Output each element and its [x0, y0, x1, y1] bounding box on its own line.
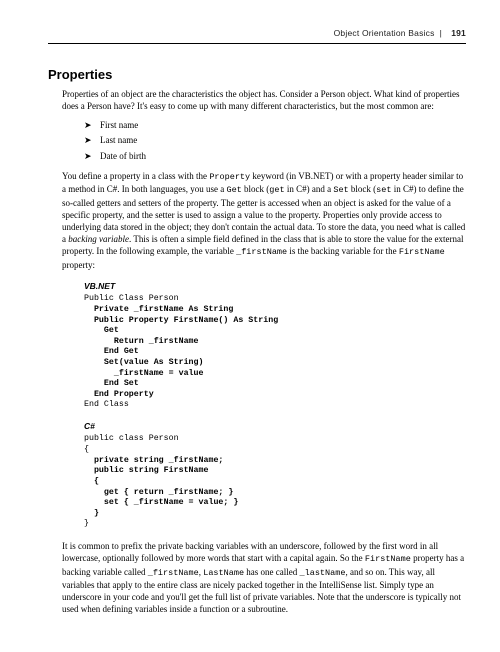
bullet-list: ➤First name ➤Last name ➤Date of birth: [84, 119, 466, 161]
code-block-csharp: public class Person { private string _fi…: [84, 434, 466, 529]
running-header: Object Orientation Basics | 191: [48, 28, 466, 39]
code-inline: get: [269, 185, 284, 195]
code-inline: LastName: [203, 568, 244, 578]
page-number: 191: [451, 28, 466, 38]
code-inline: FirstName: [399, 247, 445, 257]
code-inline: FirstName: [365, 554, 411, 564]
list-item: ➤Last name: [84, 134, 466, 146]
code-label-csharp: C#: [84, 421, 466, 432]
arrow-icon: ➤: [84, 119, 100, 131]
closing-paragraph: It is common to prefix the private backi…: [62, 540, 466, 616]
body: Properties of an object are the characte…: [62, 88, 466, 615]
code-inline: Property: [209, 172, 250, 182]
code-inline: _lastName: [300, 568, 346, 578]
arrow-icon: ➤: [84, 150, 100, 162]
header-rule: [48, 43, 466, 44]
code-inline: _firstName: [148, 568, 199, 578]
list-item: ➤First name: [84, 119, 466, 131]
bullet-text: Date of birth: [100, 151, 146, 161]
arrow-icon: ➤: [84, 134, 100, 146]
code-inline: Get: [226, 185, 241, 195]
separator: |: [440, 28, 442, 38]
term-backing-variable: backing variable: [68, 234, 129, 244]
section-title: Object Orientation Basics: [334, 28, 435, 38]
code-inline: set: [376, 185, 391, 195]
list-item: ➤Date of birth: [84, 150, 466, 162]
heading-properties: Properties: [48, 66, 466, 84]
intro-paragraph: Properties of an object are the characte…: [62, 88, 466, 112]
code-inline: Set: [333, 185, 348, 195]
code-label-vbnet: VB.NET: [84, 281, 466, 292]
page: Object Orientation Basics | 191 Properti…: [0, 0, 500, 652]
bullet-text: Last name: [100, 135, 137, 145]
bullet-text: First name: [100, 120, 138, 130]
explain-paragraph: You define a property in a class with th…: [62, 170, 466, 271]
code-block-vbnet: Public Class Person Private _firstName A…: [84, 294, 466, 411]
code-inline: _firstName: [236, 247, 287, 257]
